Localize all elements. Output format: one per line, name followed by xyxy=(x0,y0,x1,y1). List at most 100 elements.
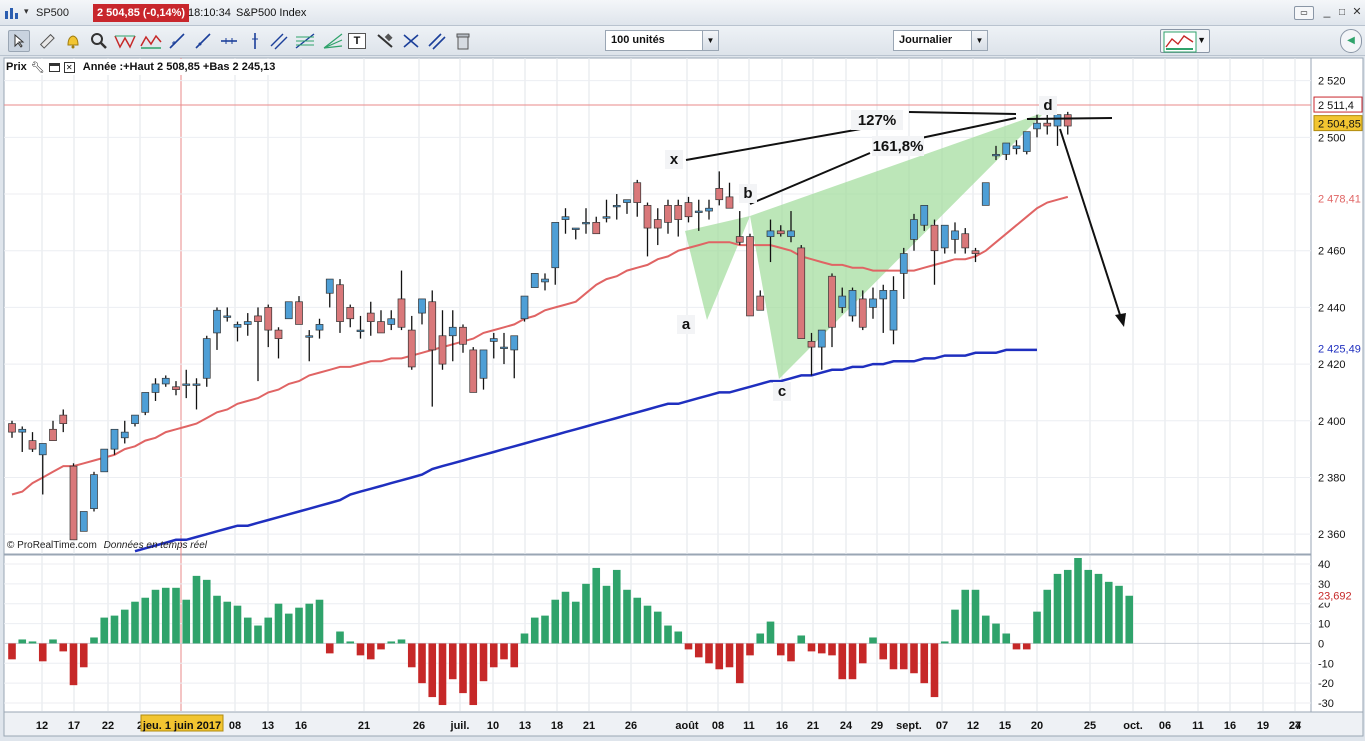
candle-body xyxy=(643,205,652,229)
histogram-bar xyxy=(274,603,283,644)
candle-body xyxy=(1053,114,1062,127)
date-axis-tick-label: 19 xyxy=(1257,720,1269,732)
histogram-bar xyxy=(325,643,334,654)
histogram-bar xyxy=(161,587,170,644)
histogram-bar xyxy=(1074,557,1082,644)
close-button[interactable]: ✕ xyxy=(1350,6,1364,20)
histogram-bar xyxy=(1063,569,1072,644)
symbol-label[interactable]: SP500 xyxy=(36,7,69,19)
chevron-down-icon[interactable]: ▾ xyxy=(24,6,29,17)
date-axis-tick-label: 26 xyxy=(413,720,425,732)
histogram-bar xyxy=(479,643,488,682)
candle-body xyxy=(346,307,355,320)
histogram-bar xyxy=(674,631,683,644)
price-axis-tick-label: 2 460 xyxy=(1318,246,1346,258)
date-axis-tick-label: 16 xyxy=(1224,720,1236,732)
price-axis-tick-label: 2 380 xyxy=(1318,472,1346,484)
histogram-bar xyxy=(776,643,785,656)
chart-area[interactable]: x a b c d 127% 161,8% 2 360 2 380 2 400 2 420 2 44… xyxy=(0,56,1365,738)
text-tool-icon[interactable]: T xyxy=(348,33,366,49)
histogram-bar xyxy=(879,643,888,660)
maximize-button[interactable]: □ xyxy=(1335,6,1349,20)
histogram-bar xyxy=(971,589,980,644)
price-panel-label[interactable]: Prix xyxy=(6,61,27,73)
histogram-bar xyxy=(848,643,857,680)
anchor-tool-icon[interactable] xyxy=(374,30,396,52)
candle-body xyxy=(530,273,539,288)
histogram-bar xyxy=(428,643,437,698)
histogram-bar xyxy=(1053,573,1062,644)
channel-tool-icon[interactable] xyxy=(268,30,290,52)
histogram-bar xyxy=(346,641,355,644)
window-icon[interactable] xyxy=(48,62,60,72)
histogram-bar xyxy=(356,643,365,656)
price-tag-label: 2 425,49 xyxy=(1318,344,1361,356)
candle-body xyxy=(90,474,98,510)
histogram-axis-tick-label: 10 xyxy=(1318,619,1330,631)
candle xyxy=(284,301,293,320)
pattern-tool-icon[interactable] xyxy=(114,30,136,52)
price-axis-tick-label: 2 400 xyxy=(1318,416,1346,428)
candle-body xyxy=(961,233,970,249)
histogram-bar xyxy=(787,643,795,662)
fan-tool-icon[interactable] xyxy=(322,30,344,52)
fibonacci-tool-icon[interactable] xyxy=(294,30,316,52)
pointer-tool-icon[interactable] xyxy=(8,30,30,52)
wave-tool-icon[interactable] xyxy=(140,30,162,52)
indicators-icon xyxy=(1163,31,1197,53)
histogram-bar xyxy=(438,643,447,706)
price-axis-tick-label: 2 440 xyxy=(1318,302,1346,314)
histogram-tag-label: 23,692 xyxy=(1318,591,1352,603)
alert-bell-icon[interactable] xyxy=(62,30,84,52)
trendline-tool-icon[interactable] xyxy=(166,30,188,52)
zoom-magnifier-icon[interactable] xyxy=(88,30,110,52)
date-axis-tick-label: 16 xyxy=(776,720,788,732)
candle-body xyxy=(254,315,262,322)
parallel-tool-icon[interactable] xyxy=(426,30,448,52)
candle-body xyxy=(838,295,847,308)
trash-icon[interactable] xyxy=(452,30,474,52)
candle-body xyxy=(612,205,621,208)
chart-header: Prix 🔧︎ ✕ Année :+Haut 2 508,85 +Bas 2 2… xyxy=(6,59,276,75)
candle-body xyxy=(1002,142,1011,155)
histogram-bar xyxy=(858,643,867,664)
candle-body xyxy=(715,188,724,201)
vertical-line-tool-icon[interactable] xyxy=(244,30,266,52)
horizontal-line-tool-icon[interactable] xyxy=(218,30,240,52)
restore-window-button[interactable]: ▭ xyxy=(1294,6,1314,20)
arrow-tool-icon[interactable] xyxy=(400,30,422,52)
candle-body xyxy=(623,199,631,203)
histogram-bar xyxy=(284,613,293,644)
title-bar: ▾ SP500 2 504,85 (-0,14%) 18:10:34 S&P50… xyxy=(0,0,1365,26)
candle-body xyxy=(653,219,662,229)
histogram-bar xyxy=(1043,589,1052,644)
histogram-bar xyxy=(192,575,201,644)
candle-body xyxy=(582,222,590,225)
ruler-tool-icon[interactable] xyxy=(36,30,58,52)
histogram-bar xyxy=(520,633,529,644)
wrench-icon[interactable]: 🔧︎ xyxy=(31,61,45,74)
panel-toggle-icon[interactable]: ◀ xyxy=(1340,29,1362,53)
ray-tool-icon[interactable] xyxy=(192,30,214,52)
date-axis-tick-label: 16 xyxy=(295,720,307,732)
histogram-bar xyxy=(315,599,324,644)
candle-body xyxy=(571,227,580,230)
units-select[interactable]: 100 unités ▼ xyxy=(605,30,719,51)
candle xyxy=(530,273,539,288)
close-panel-icon[interactable]: ✕ xyxy=(63,61,75,73)
indicators-button[interactable]: ▼ xyxy=(1160,29,1210,53)
candle-body xyxy=(1022,131,1031,152)
instrument-label: S&P500 Index xyxy=(236,7,307,19)
candle-body xyxy=(387,318,396,325)
date-axis-tick-label: août xyxy=(675,720,699,732)
histogram-bar xyxy=(612,569,621,644)
minimize-button[interactable]: _ xyxy=(1320,5,1334,20)
date-axis-tick-label: 26 xyxy=(625,720,637,732)
period-select[interactable]: Journalier ▼ xyxy=(893,30,988,51)
candle-body xyxy=(510,335,519,351)
price-chart[interactable]: x a b c d 127% 161,8% 2 360 2 380 2 400 2 420 2 44… xyxy=(0,56,1365,738)
date-axis-tick-label: 21 xyxy=(807,720,819,732)
histogram-bar xyxy=(1094,573,1103,644)
date-axis-tick-label: 29 xyxy=(871,720,883,732)
histogram-bar xyxy=(910,643,918,674)
